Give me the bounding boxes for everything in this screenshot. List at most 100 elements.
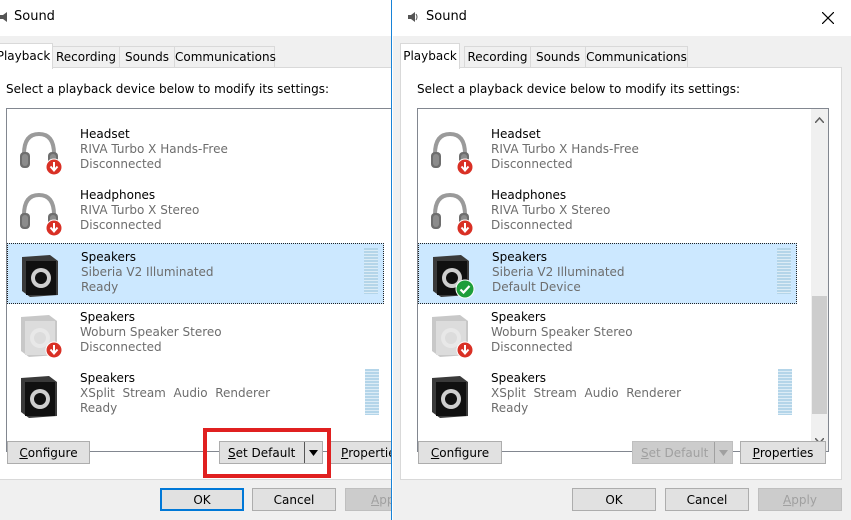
sound-dialog-left: Sound Playback Recording Sounds Communic…	[0, 0, 392, 520]
ok-button[interactable]: OK	[160, 488, 244, 511]
apply-button[interactable]: App	[345, 488, 391, 511]
properties-label: ropertie	[348, 445, 392, 460]
device-model: Siberia V2 Illuminated	[81, 265, 214, 279]
headset-icon	[426, 128, 474, 176]
device-model: RIVA Turbo X Stereo	[80, 203, 200, 217]
title-bar: Sound	[0, 0, 391, 36]
disconnected-arrow-icon	[45, 341, 63, 362]
tab-panel: Select a playback device below to modify…	[400, 67, 842, 480]
device-model: RIVA Turbo X Stereo	[491, 203, 611, 217]
properties-button[interactable]: Propertie	[329, 441, 392, 464]
tab-panel: Select a playback device below to modify…	[0, 67, 391, 480]
disconnected-arrow-icon	[45, 219, 63, 240]
device-row[interactable]: Speakers XSplit Stream Audio Renderer Read…	[7, 365, 384, 426]
scroll-up-button[interactable]	[811, 111, 828, 128]
tab-communications[interactable]: Communications	[174, 46, 276, 68]
device-model: XSplit Stream Audio Renderer	[491, 386, 682, 400]
close-icon	[822, 12, 834, 24]
speaker-icon	[15, 311, 63, 359]
device-row[interactable]: Speakers Woburn Speaker Stereo Disconnecte…	[7, 304, 384, 365]
configure-accel: C	[430, 445, 440, 460]
speaker-icon	[15, 372, 63, 420]
device-name: Headset	[80, 127, 130, 141]
sound-dialog-right: Sound Playback Recording Sounds Communic…	[393, 0, 851, 520]
speaker-app-icon	[0, 12, 7, 22]
properties-accel: P	[752, 445, 760, 460]
window-title: Sound	[14, 9, 55, 24]
device-name: Headset	[491, 127, 541, 141]
device-row[interactable]: Headset RIVA Turbo X Hands-Free Disconnect…	[7, 121, 384, 182]
speaker-icon	[426, 372, 474, 420]
scrollbar[interactable]	[811, 109, 828, 451]
properties-button[interactable]: Properties	[740, 441, 826, 464]
set-default-dropdown[interactable]	[714, 442, 732, 463]
disconnected-arrow-icon	[45, 158, 63, 179]
device-status: Disconnected	[491, 157, 573, 171]
properties-accel: P	[341, 445, 349, 460]
configure-label: onfigure	[439, 445, 490, 460]
device-row[interactable]: Headset RIVA Turbo X Hands-Free Disconnect…	[418, 121, 797, 182]
instruction-text: Select a playback device below to modify…	[417, 82, 741, 96]
device-model: Woburn Speaker Stereo	[80, 325, 222, 339]
configure-label: onfigure	[27, 445, 78, 460]
device-model: Siberia V2 Illuminated	[492, 265, 625, 279]
tab-communications[interactable]: Communications	[585, 46, 688, 68]
tab-playback[interactable]: Playback	[0, 43, 53, 69]
device-row[interactable]: Speakers Siberia V2 Illuminated Ready	[7, 243, 384, 304]
set-default-label: et Default	[648, 445, 709, 460]
device-row[interactable]: Speakers XSplit Stream Audio Renderer Read…	[418, 365, 797, 426]
cancel-button[interactable]: Cancel	[665, 488, 749, 511]
chevron-up-icon	[815, 116, 824, 123]
tab-strip: Playback Recording Sounds Communications	[393, 36, 851, 69]
tab-sounds[interactable]: Sounds	[119, 46, 175, 68]
device-name: Speakers	[81, 250, 137, 264]
scroll-thumb[interactable]	[812, 296, 827, 414]
cancel-button[interactable]: Cancel	[252, 488, 336, 511]
configure-button[interactable]: Configure	[7, 441, 90, 464]
apply-label: pp	[379, 492, 391, 507]
apply-label: pply	[791, 492, 817, 507]
apply-button[interactable]: Apply	[758, 488, 842, 511]
title-bar: Sound	[393, 0, 851, 36]
device-status: Ready	[81, 280, 119, 294]
apply-accel: A	[783, 492, 792, 507]
device-list[interactable]: Speakers XSplit Stream Audio Renderer Read…	[417, 108, 829, 452]
properties-label: roperties	[759, 445, 814, 460]
instruction-text: Select a playback device below to modify…	[6, 82, 330, 96]
device-name: Speakers	[491, 371, 547, 385]
set-default-button[interactable]: Set Default	[632, 441, 733, 464]
apply-accel: A	[371, 492, 380, 507]
configure-accel: C	[19, 445, 28, 460]
device-row[interactable]: Speakers Siberia V2 Illuminated Default De…	[418, 243, 797, 304]
device-status: Disconnected	[80, 340, 162, 354]
device-status: Default Device	[492, 280, 581, 294]
speaker-icon	[16, 251, 64, 299]
device-name: Speakers	[80, 310, 136, 324]
device-model: XSplit Stream Audio Renderer	[80, 386, 271, 400]
device-row[interactable]: Headphones RIVA Turbo X Stereo Disconnecte…	[7, 182, 384, 243]
tab-playback[interactable]: Playback	[400, 43, 460, 69]
ok-button[interactable]: OK	[572, 488, 656, 511]
set-default-accel: S	[641, 445, 649, 460]
tab-recording[interactable]: Recording	[52, 46, 120, 68]
device-status: Disconnected	[491, 218, 573, 232]
device-model: RIVA Turbo X Hands-Free	[80, 142, 228, 156]
device-row[interactable]: Speakers Woburn Speaker Stereo Disconnecte…	[418, 304, 797, 365]
speaker-app-icon	[408, 12, 418, 22]
dropdown-arrow-icon	[719, 449, 728, 456]
device-model: RIVA Turbo X Hands-Free	[491, 142, 639, 156]
device-name: Speakers	[80, 371, 136, 385]
device-status: Ready	[491, 401, 529, 415]
tab-sounds[interactable]: Sounds	[530, 46, 586, 68]
disconnected-arrow-icon	[456, 219, 474, 240]
tab-recording[interactable]: Recording	[464, 46, 531, 68]
disconnected-arrow-icon	[456, 158, 474, 179]
configure-button[interactable]: Configure	[418, 441, 502, 464]
speaker-icon	[427, 251, 475, 299]
close-button[interactable]	[805, 0, 851, 36]
device-row[interactable]: Headphones RIVA Turbo X Stereo Disconnecte…	[418, 182, 797, 243]
device-name: Headphones	[80, 188, 156, 202]
device-name: Headphones	[491, 188, 567, 202]
device-status: Disconnected	[80, 157, 162, 171]
device-list[interactable]: Speakers XSplit Stream Audio Renderer Read…	[6, 108, 391, 452]
